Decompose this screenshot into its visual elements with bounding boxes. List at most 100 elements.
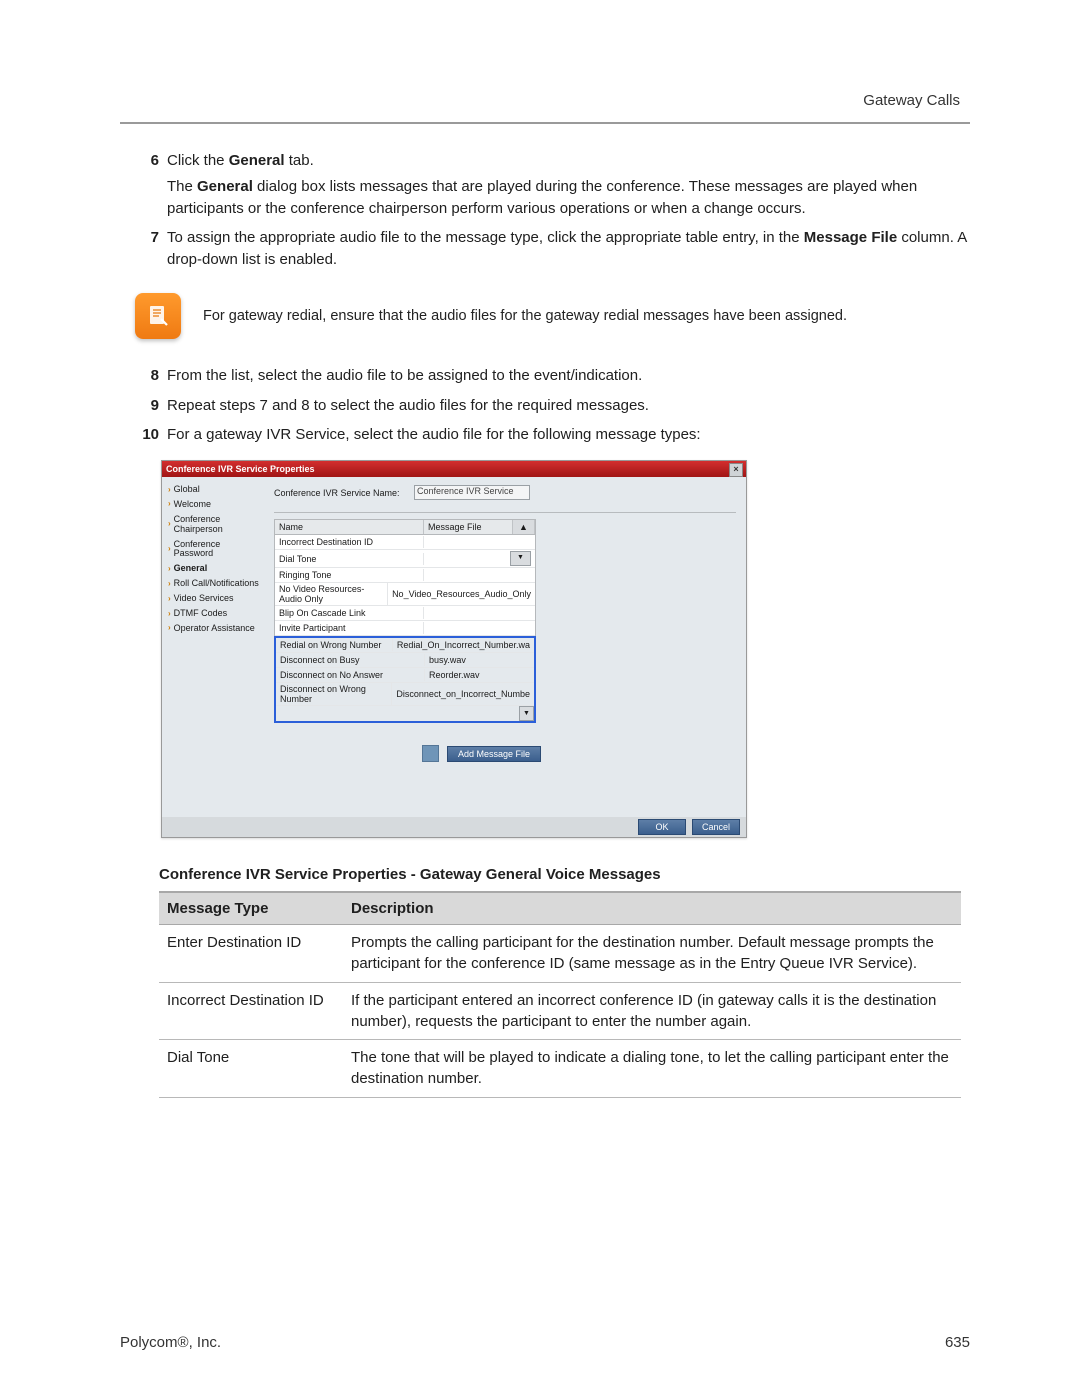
ok-button[interactable]: OK xyxy=(638,819,686,835)
s6-d1b: General xyxy=(197,178,253,195)
nav-general[interactable]: ›General xyxy=(168,564,262,574)
table-row[interactable]: Disconnect on No AnswerReorder.wav xyxy=(276,668,534,683)
table-row: Enter Destination IDPrompts the calling … xyxy=(159,925,961,983)
nav-label: Video Services xyxy=(174,594,234,604)
cell-name: Redial on Wrong Number xyxy=(276,639,393,651)
table-row[interactable]: Disconnect on Busybusy.wav xyxy=(276,653,534,668)
service-name-row: Conference IVR Service Name: Conference … xyxy=(274,485,736,500)
step-num: 9 xyxy=(135,395,167,417)
s7-bold: Message File xyxy=(804,229,897,246)
cell-name: Incorrect Destination ID xyxy=(275,536,424,548)
table-row[interactable]: Dial Tone▼ xyxy=(275,550,535,568)
dropdown-icon[interactable]: ▼ xyxy=(510,551,531,566)
nav-password[interactable]: ›Conference Password xyxy=(168,540,262,560)
chevron-right-icon: › xyxy=(168,545,171,554)
col-file-header: Message File xyxy=(424,520,513,534)
chevron-right-icon: › xyxy=(168,580,171,589)
scroll-down-icon[interactable]: ▼ xyxy=(519,706,534,721)
chevron-right-icon: › xyxy=(168,486,171,495)
s6-desc: The General dialog box lists messages th… xyxy=(167,176,970,220)
dialog-footer: OK Cancel xyxy=(162,817,746,837)
cell-name: Ringing Tone xyxy=(275,569,424,581)
cell-type: Incorrect Destination ID xyxy=(159,990,343,1033)
nav-welcome[interactable]: ›Welcome xyxy=(168,500,262,510)
chevron-right-icon: › xyxy=(168,610,171,619)
s7-lead: To assign the appropriate audio file to … xyxy=(167,229,804,246)
note-text: For gateway redial, ensure that the audi… xyxy=(203,308,970,324)
nav-operator[interactable]: ›Operator Assistance xyxy=(168,624,262,634)
step-num: 6 xyxy=(135,150,167,219)
content-area: 6 Click the General tab. The General dia… xyxy=(135,150,970,1098)
step-9: 9 Repeat steps 7 and 8 to select the aud… xyxy=(135,395,970,417)
th-message-type: Message Type xyxy=(159,893,343,924)
message-type-table: Message Type Description Enter Destinati… xyxy=(159,891,961,1098)
table-row[interactable]: Disconnect on Wrong NumberDisconnect_on_… xyxy=(276,683,534,706)
table-row: Dial ToneThe tone that will be played to… xyxy=(159,1040,961,1098)
step-text: Click the General tab. The General dialo… xyxy=(167,150,970,219)
footer-left: Polycom®, Inc. xyxy=(120,1334,221,1351)
service-name-input[interactable]: Conference IVR Service xyxy=(414,485,530,500)
nav-rollcall[interactable]: ›Roll Call/Notifications xyxy=(168,579,262,589)
add-file-row: Add Message File xyxy=(422,745,736,762)
table-row[interactable]: Invite Participant xyxy=(275,621,535,636)
cell-file xyxy=(424,541,535,543)
scroll-up-icon[interactable]: ▲ xyxy=(513,520,535,534)
cancel-button[interactable]: Cancel xyxy=(692,819,740,835)
cell-file: ▼ xyxy=(424,550,535,567)
nav-label: Conference Chairperson xyxy=(174,515,262,535)
highlighted-rows: Redial on Wrong NumberRedial_On_Incorrec… xyxy=(274,636,536,723)
nav-label: Conference Password xyxy=(174,540,262,560)
cell-name: Blip On Cascade Link xyxy=(275,607,424,619)
page-footer: Polycom®, Inc. 635 xyxy=(120,1334,970,1351)
nav-label: Roll Call/Notifications xyxy=(174,579,259,589)
s6-bold: General xyxy=(229,152,285,169)
cell-name: No Video Resources-Audio Only xyxy=(275,583,388,605)
dialog-title-text: Conference IVR Service Properties xyxy=(166,464,315,474)
step-num: 7 xyxy=(135,227,167,271)
step-text: For a gateway IVR Service, select the au… xyxy=(167,424,970,446)
cell-file: Disconnect_on_Incorrect_Numbe xyxy=(392,688,534,700)
messages-table: Name Message File ▲ Incorrect Destinatio… xyxy=(274,519,536,637)
nav-video[interactable]: ›Video Services xyxy=(168,594,262,604)
step-text: To assign the appropriate audio file to … xyxy=(167,227,970,271)
nav-label: General xyxy=(174,564,208,574)
page-header-right: Gateway Calls xyxy=(863,92,960,109)
cell-desc: The tone that will be played to indicate… xyxy=(343,1047,961,1090)
cell-file xyxy=(424,574,535,576)
cell-name: Invite Participant xyxy=(275,622,424,634)
step-num: 10 xyxy=(135,424,167,446)
table-row[interactable]: Ringing Tone xyxy=(275,568,535,583)
cell-file xyxy=(424,612,535,614)
chevron-right-icon: › xyxy=(168,520,171,529)
s6-d1c: dialog box lists messages that are playe… xyxy=(167,178,917,217)
s6-lead: Click the xyxy=(167,152,229,169)
cell-name: Disconnect on Wrong Number xyxy=(276,683,392,705)
step-8: 8 From the list, select the audio file t… xyxy=(135,365,970,387)
note-icon xyxy=(135,293,181,339)
table-row[interactable]: No Video Resources-Audio OnlyNo_Video_Re… xyxy=(275,583,535,606)
nav-chairperson[interactable]: ›Conference Chairperson xyxy=(168,515,262,535)
s6-d1: The xyxy=(167,178,197,195)
close-icon[interactable]: × xyxy=(729,463,743,477)
nav-label: Global xyxy=(174,485,200,495)
chevron-right-icon: › xyxy=(168,595,171,604)
table-rows: Incorrect Destination ID Dial Tone▼Ringin… xyxy=(275,535,535,636)
step-num: 8 xyxy=(135,365,167,387)
ivr-dialog: Conference IVR Service Properties × ›Glo… xyxy=(161,460,747,838)
chevron-right-icon: › xyxy=(168,624,171,633)
step-text: Repeat steps 7 and 8 to select the audio… xyxy=(167,395,970,417)
nav-label: Welcome xyxy=(174,500,211,510)
nav-dtmf[interactable]: ›DTMF Codes xyxy=(168,609,262,619)
chevron-right-icon: › xyxy=(168,565,171,574)
cell-file: No_Video_Resources_Audio_Only xyxy=(388,588,535,600)
step-6: 6 Click the General tab. The General dia… xyxy=(135,150,970,219)
step-10: 10 For a gateway IVR Service, select the… xyxy=(135,424,970,446)
table-row[interactable]: Incorrect Destination ID xyxy=(275,535,535,550)
col-name-header: Name xyxy=(275,520,424,534)
add-message-file-button[interactable]: Add Message File xyxy=(447,746,541,762)
step-7: 7 To assign the appropriate audio file t… xyxy=(135,227,970,271)
table-row[interactable]: Blip On Cascade Link xyxy=(275,606,535,621)
nav-global[interactable]: ›Global xyxy=(168,485,262,495)
service-name-label: Conference IVR Service Name: xyxy=(274,488,414,498)
table-row[interactable]: Redial on Wrong NumberRedial_On_Incorrec… xyxy=(276,638,534,653)
